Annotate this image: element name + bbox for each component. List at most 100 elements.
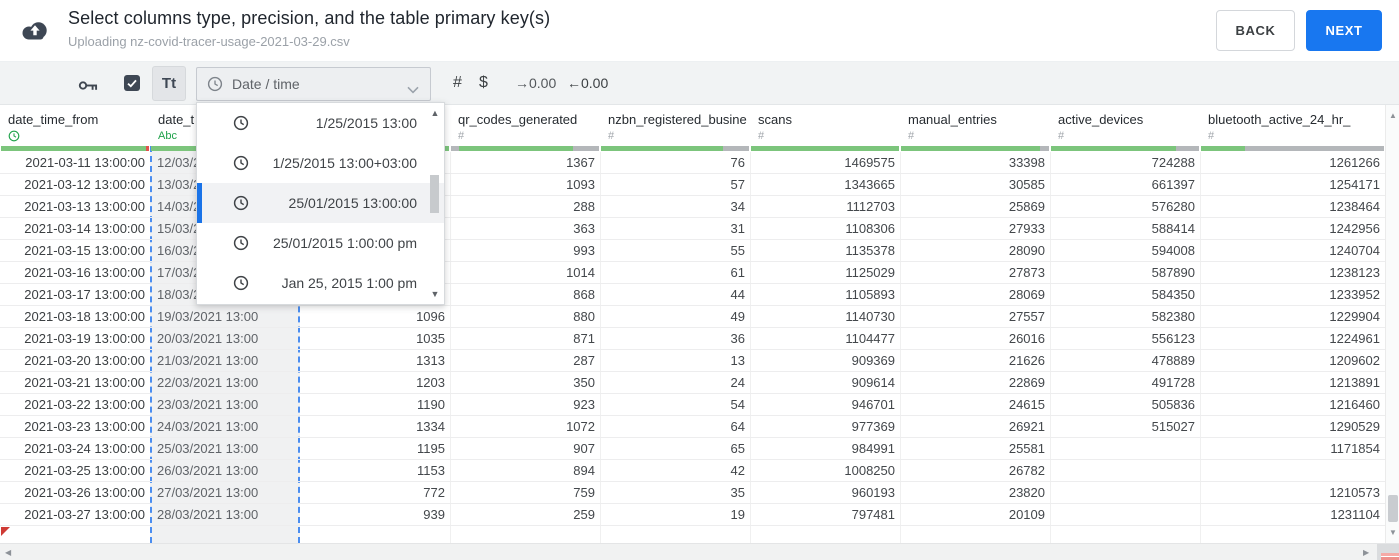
grid-cell[interactable]: 1035 bbox=[300, 328, 450, 349]
grid-cell[interactable]: 2021-03-15 13:00:00 bbox=[0, 240, 150, 261]
column-header[interactable]: bluetooth_active_24_hr_ # bbox=[1200, 105, 1385, 145]
grid-cell[interactable]: 26/03/2021 13:00 bbox=[150, 460, 300, 481]
grid-cell[interactable]: 2021-03-26 13:00:00 bbox=[0, 482, 150, 503]
grid-cell[interactable]: 1290529 bbox=[1200, 416, 1385, 437]
format-option[interactable]: 25/01/2015 13:00:00 bbox=[197, 183, 444, 223]
grid-cell[interactable]: 42 bbox=[600, 460, 750, 481]
grid-cell[interactable]: 20109 bbox=[900, 504, 1050, 525]
grid-cell[interactable]: 1108306 bbox=[750, 218, 900, 239]
grid-cell[interactable]: 772 bbox=[300, 482, 450, 503]
grid-cell[interactable]: 505836 bbox=[1050, 394, 1200, 415]
grid-cell[interactable]: 2021-03-27 13:00:00 bbox=[0, 504, 150, 525]
grid-cell[interactable]: 13 bbox=[600, 350, 750, 371]
grid-cell[interactable]: 2021-03-19 13:00:00 bbox=[0, 328, 150, 349]
text-type-button[interactable]: Tt bbox=[152, 66, 186, 101]
grid-cell[interactable]: 1171854 bbox=[1200, 438, 1385, 459]
grid-cell[interactable]: 1313 bbox=[300, 350, 450, 371]
grid-cell[interactable]: 26782 bbox=[900, 460, 1050, 481]
format-option[interactable]: 1/25/2015 13:00+03:00 bbox=[197, 143, 444, 183]
grid-cell[interactable]: 44 bbox=[600, 284, 750, 305]
grid-cell[interactable]: 1229904 bbox=[1200, 306, 1385, 327]
horizontal-scrollbar[interactable]: ◀ ▶ bbox=[0, 543, 1399, 560]
grid-cell[interactable]: 724288 bbox=[1050, 152, 1200, 173]
grid-cell[interactable]: 1210573 bbox=[1200, 482, 1385, 503]
grid-cell[interactable]: 2021-03-18 13:00:00 bbox=[0, 306, 150, 327]
grid-cell[interactable]: 868 bbox=[450, 284, 600, 305]
decrease-decimal-button[interactable]: ←0.00 bbox=[567, 62, 608, 104]
grid-cell[interactable]: 1209602 bbox=[1200, 350, 1385, 371]
grid-cell[interactable]: 65 bbox=[600, 438, 750, 459]
grid-cell[interactable]: 871 bbox=[450, 328, 600, 349]
grid-cell[interactable]: 491728 bbox=[1050, 372, 1200, 393]
grid-cell[interactable]: 939 bbox=[300, 504, 450, 525]
grid-cell[interactable]: 64 bbox=[600, 416, 750, 437]
grid-cell[interactable]: 1203 bbox=[300, 372, 450, 393]
column-header[interactable]: active_devices # bbox=[1050, 105, 1200, 145]
grid-cell[interactable]: 909369 bbox=[750, 350, 900, 371]
grid-cell[interactable]: 1224961 bbox=[1200, 328, 1385, 349]
grid-cell[interactable]: 984991 bbox=[750, 438, 900, 459]
column-header[interactable]: date_time_from bbox=[0, 105, 150, 145]
grid-cell[interactable]: 76 bbox=[600, 152, 750, 173]
grid-cell[interactable]: 20/03/2021 13:00 bbox=[150, 328, 300, 349]
grid-cell[interactable]: 1231104 bbox=[1200, 504, 1385, 525]
grid-cell[interactable]: 288 bbox=[450, 196, 600, 217]
format-option[interactable]: 25/01/2015 1:00:00 pm bbox=[197, 223, 444, 263]
grid-cell[interactable]: 1093 bbox=[450, 174, 600, 195]
grid-cell[interactable]: 960193 bbox=[750, 482, 900, 503]
grid-cell[interactable]: 26016 bbox=[900, 328, 1050, 349]
grid-cell[interactable]: 923 bbox=[450, 394, 600, 415]
dropdown-scroll-down-icon[interactable]: ▼ bbox=[428, 289, 442, 299]
grid-cell[interactable]: 34 bbox=[600, 196, 750, 217]
grid-cell[interactable]: 1238464 bbox=[1200, 196, 1385, 217]
back-button[interactable]: BACK bbox=[1216, 10, 1295, 51]
grid-cell[interactable]: 27557 bbox=[900, 306, 1050, 327]
number-type-button[interactable]: # bbox=[453, 62, 462, 104]
grid-cell[interactable]: 2021-03-25 13:00:00 bbox=[0, 460, 150, 481]
currency-type-button[interactable]: $ bbox=[479, 62, 488, 104]
grid-cell[interactable]: 21/03/2021 13:00 bbox=[150, 350, 300, 371]
grid-cell[interactable]: 2021-03-16 13:00:00 bbox=[0, 262, 150, 283]
grid-cell[interactable]: 2021-03-13 13:00:00 bbox=[0, 196, 150, 217]
grid-cell[interactable]: 24 bbox=[600, 372, 750, 393]
grid-cell[interactable]: 1096 bbox=[300, 306, 450, 327]
grid-cell[interactable]: 27873 bbox=[900, 262, 1050, 283]
grid-cell[interactable]: 1195 bbox=[300, 438, 450, 459]
grid-cell[interactable]: 1014 bbox=[450, 262, 600, 283]
grid-cell[interactable]: 363 bbox=[450, 218, 600, 239]
grid-cell[interactable]: 993 bbox=[450, 240, 600, 261]
grid-cell[interactable]: 582380 bbox=[1050, 306, 1200, 327]
grid-cell[interactable]: 1125029 bbox=[750, 262, 900, 283]
grid-cell[interactable]: 2021-03-24 13:00:00 bbox=[0, 438, 150, 459]
grid-cell[interactable]: 1135378 bbox=[750, 240, 900, 261]
grid-cell[interactable]: 259 bbox=[450, 504, 600, 525]
grid-cell[interactable]: 23820 bbox=[900, 482, 1050, 503]
format-option[interactable]: 1/25/2015 13:00 bbox=[197, 103, 444, 143]
column-header[interactable]: nzbn_registered_busine # bbox=[600, 105, 750, 145]
grid-cell[interactable]: 1008250 bbox=[750, 460, 900, 481]
include-column-checkbox[interactable] bbox=[124, 75, 140, 91]
grid-cell[interactable]: 1233952 bbox=[1200, 284, 1385, 305]
type-dropdown[interactable]: Date / time bbox=[196, 67, 431, 101]
grid-cell[interactable]: 61 bbox=[600, 262, 750, 283]
grid-cell[interactable]: 27933 bbox=[900, 218, 1050, 239]
scroll-left-arrow-icon[interactable]: ◀ bbox=[5, 548, 11, 557]
grid-cell[interactable]: 28/03/2021 13:00 bbox=[150, 504, 300, 525]
grid-cell[interactable]: 287 bbox=[450, 350, 600, 371]
grid-cell[interactable]: 880 bbox=[450, 306, 600, 327]
grid-cell[interactable]: 977369 bbox=[750, 416, 900, 437]
grid-cell[interactable]: 2021-03-11 13:00:00 bbox=[0, 152, 150, 173]
grid-cell[interactable]: 1334 bbox=[300, 416, 450, 437]
grid-cell[interactable]: 27/03/2021 13:00 bbox=[150, 482, 300, 503]
grid-cell[interactable]: 909614 bbox=[750, 372, 900, 393]
grid-cell[interactable]: 515027 bbox=[1050, 416, 1200, 437]
grid-cell[interactable]: 1240704 bbox=[1200, 240, 1385, 261]
scroll-right-arrow-icon[interactable]: ▶ bbox=[1363, 548, 1369, 557]
grid-cell[interactable]: 1242956 bbox=[1200, 218, 1385, 239]
grid-cell[interactable]: 25869 bbox=[900, 196, 1050, 217]
grid-cell[interactable]: 556123 bbox=[1050, 328, 1200, 349]
grid-cell[interactable]: 2021-03-21 13:00:00 bbox=[0, 372, 150, 393]
grid-cell[interactable]: 1190 bbox=[300, 394, 450, 415]
grid-cell[interactable]: 26921 bbox=[900, 416, 1050, 437]
column-header[interactable]: manual_entries # bbox=[900, 105, 1050, 145]
